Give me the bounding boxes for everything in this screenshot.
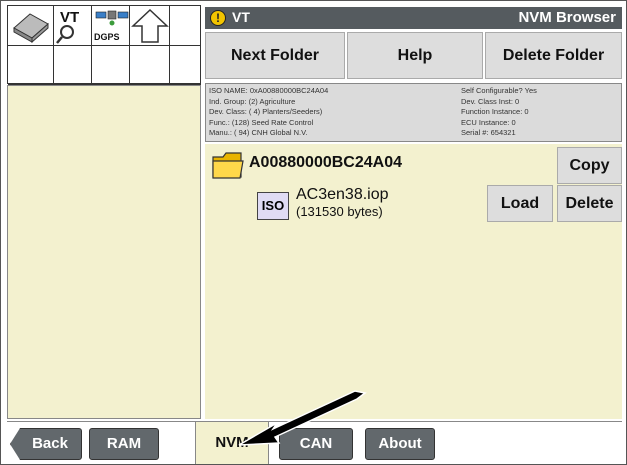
back-button[interactable]: Back	[10, 428, 82, 460]
pointer-arrow-icon	[238, 390, 367, 446]
next-folder-button[interactable]: Next Folder	[205, 32, 345, 79]
iso-file-icon[interactable]: ISO	[257, 192, 289, 220]
softkey-grid: VT DGPS	[7, 5, 201, 85]
device-class-instance-line: Dev. Class Inst: 0	[461, 96, 520, 106]
file-browser-area: A00880000BC24A04 Copy ISO AC3en38.iop (1…	[205, 144, 622, 419]
empty-key-6[interactable]	[170, 46, 201, 85]
dgps-key[interactable]: DGPS	[92, 6, 130, 46]
empty-key-3[interactable]	[54, 46, 92, 85]
iso-info-panel: ISO NAME: 0xA00880000BC24A04 Ind. Group:…	[205, 83, 622, 142]
vt-title: VT	[232, 9, 250, 25]
self-configurable-line: Self Configurable? Yes	[461, 86, 537, 95]
function-line: Func.: (128) Seed Rate Control	[209, 117, 314, 127]
ecu-instance-line: ECU Instance: 0	[461, 117, 516, 127]
vt-alert-icon: !	[210, 10, 226, 26]
title-bar: ! VT NVM Browser	[205, 7, 622, 29]
tab-ram[interactable]: RAM	[89, 428, 159, 460]
empty-key-5[interactable]	[130, 46, 170, 85]
up-arrow-icon	[131, 8, 169, 43]
delete-button[interactable]: Delete	[557, 185, 622, 222]
left-panel	[7, 85, 201, 419]
iso-info-left: ISO NAME: 0xA00880000BC24A04 Ind. Group:…	[209, 86, 328, 139]
dgps-label: DGPS	[94, 32, 120, 42]
function-instance-line: Function Instance: 0	[461, 107, 529, 116]
file-size: (131530 bytes)	[296, 204, 383, 219]
industry-group-line: Ind. Group: (2) Agriculture	[209, 96, 296, 106]
folder-name[interactable]: A00880000BC24A04	[249, 154, 402, 172]
app-title: NVM Browser	[518, 9, 616, 26]
empty-key-2[interactable]	[8, 46, 54, 85]
svg-text:VT: VT	[60, 9, 79, 26]
file-name[interactable]: AC3en38.iop	[296, 186, 389, 204]
help-button[interactable]: Help	[347, 32, 483, 79]
delete-folder-button[interactable]: Delete Folder	[485, 32, 622, 79]
folder-icon[interactable]	[211, 149, 245, 181]
tab-about[interactable]: About	[365, 428, 435, 460]
iso-info-right: Self Configurable? Yes Dev. Class Inst: …	[461, 86, 537, 139]
device-class-line: Dev. Class: ( 4) Planters/Seeders)	[209, 107, 323, 116]
load-button[interactable]: Load	[487, 185, 553, 222]
copy-button[interactable]: Copy	[557, 147, 622, 184]
vt-magnifier-icon: VT	[56, 9, 79, 44]
serial-line: Serial #: 654321	[461, 128, 516, 137]
vt-search-key[interactable]: VT	[54, 6, 92, 46]
vt-screen: VT DGPS ! VT NVM Browser Next Folder Hel…	[0, 0, 627, 465]
manufacturer-line: Manu.: ( 94) CNH Global N.V.	[209, 128, 308, 137]
empty-key-1[interactable]	[170, 6, 201, 46]
eraser-key[interactable]	[8, 6, 54, 46]
eraser-icon	[13, 13, 49, 44]
up-key[interactable]	[130, 6, 170, 46]
empty-key-4[interactable]	[92, 46, 130, 85]
iso-name-line: ISO NAME: 0xA00880000BC24A04	[209, 86, 329, 95]
